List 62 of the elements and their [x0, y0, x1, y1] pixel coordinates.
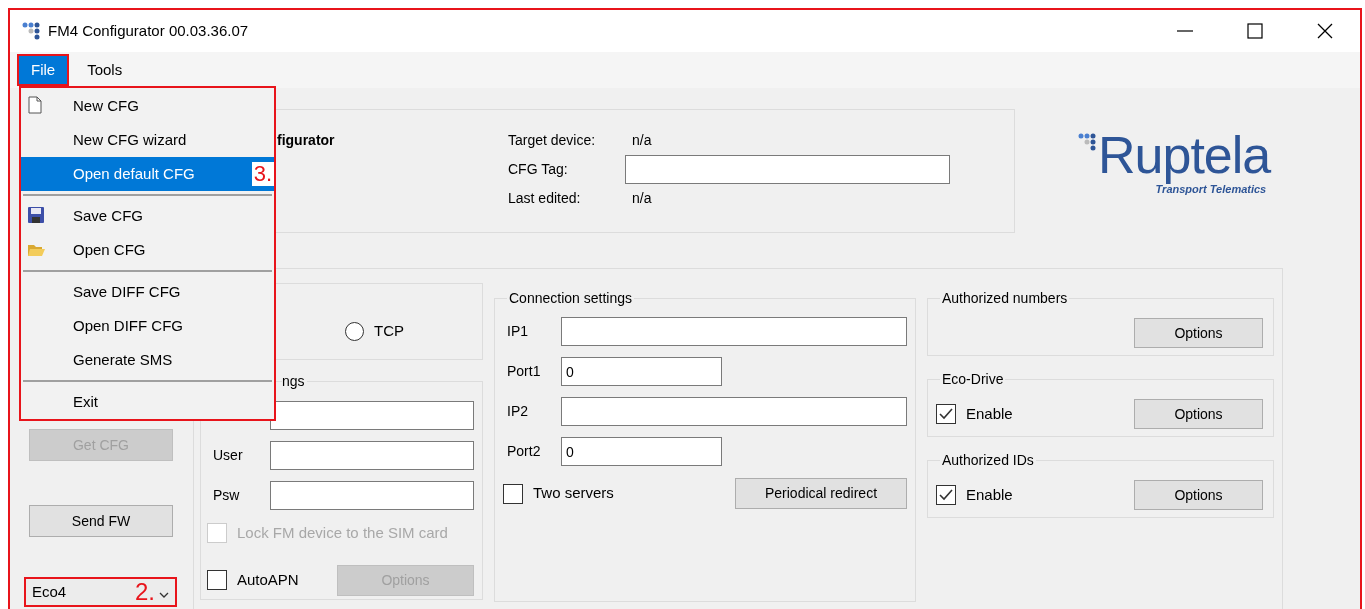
- button[interactable]: Options: [1134, 318, 1263, 348]
- group-title: Authorized IDs: [941, 451, 1035, 469]
- checkbox[interactable]: [207, 570, 227, 590]
- input-field[interactable]: 0: [561, 357, 722, 386]
- group-title: ngs: [282, 372, 306, 390]
- field-label: IP1: [507, 322, 529, 341]
- app-icon: [22, 22, 40, 40]
- field-label: CFG Tag:: [508, 160, 569, 179]
- field-label: Port2: [507, 442, 542, 461]
- checkbox[interactable]: [503, 483, 523, 504]
- logo-icon: [1078, 133, 1096, 151]
- menu-item[interactable]: Exit: [21, 385, 274, 419]
- caret-icon: [159, 591, 169, 599]
- input-field[interactable]: [625, 155, 950, 184]
- menu-item[interactable]: Tools: [73, 54, 137, 86]
- button[interactable]: Periodical redirect: [735, 478, 907, 509]
- field-label: Psw: [213, 486, 241, 505]
- checkbox-label: Enable: [966, 403, 1013, 424]
- close-icon[interactable]: [1317, 23, 1333, 39]
- menu-item[interactable]: Generate SMS: [21, 343, 274, 377]
- button[interactable]: Options: [1134, 399, 1263, 429]
- input-field[interactable]: 0: [561, 437, 722, 466]
- panel-title: figurator: [276, 131, 336, 150]
- group-title: Authorized numbers: [941, 289, 1069, 307]
- menu-item[interactable]: Open default CFG 3.: [21, 157, 274, 191]
- input-field[interactable]: [270, 401, 474, 430]
- radio-button[interactable]: [345, 321, 364, 341]
- field-label: Last edited:: [508, 189, 582, 208]
- brand-tagline: Transport Telematics: [1155, 183, 1267, 197]
- annotation-number: 3.: [251, 162, 274, 186]
- checkbox-label: AutoAPN: [237, 569, 299, 590]
- menu-item[interactable]: Open DIFF CFG: [21, 309, 274, 343]
- checkbox-label: Lock FM device to the SIM card: [237, 523, 448, 543]
- button[interactable]: Send FW: [29, 505, 173, 537]
- window-title: FM4 Configurator 00.03.36.07: [48, 20, 249, 41]
- field-label: User: [213, 446, 244, 465]
- input-field[interactable]: [561, 397, 907, 426]
- input-field[interactable]: [561, 317, 907, 346]
- group-title: Connection settings: [508, 289, 633, 307]
- menu-item[interactable]: Save CFG: [21, 199, 274, 233]
- checkbox-label: Enable: [966, 484, 1013, 505]
- checkbox[interactable]: [936, 404, 956, 424]
- input-field[interactable]: [270, 441, 474, 470]
- checkbox-label: Two servers: [533, 483, 614, 504]
- group-title: Eco-Drive: [941, 370, 1005, 388]
- field-label: IP2: [507, 402, 529, 421]
- menu-item[interactable]: File: [17, 54, 70, 86]
- field-value: n/a: [632, 131, 652, 150]
- field-label: Target device:: [508, 131, 597, 150]
- menu-item[interactable]: Open CFG: [21, 233, 274, 267]
- menu-item[interactable]: New CFG: [21, 89, 274, 123]
- menu-item[interactable]: Save DIFF CFG: [21, 275, 274, 309]
- checkbox[interactable]: [936, 485, 956, 505]
- annotation-number: 2.: [135, 580, 155, 604]
- input-field[interactable]: [270, 481, 474, 510]
- button[interactable]: Options: [1134, 480, 1263, 510]
- device-dropdown[interactable]: Eco4 2.: [24, 577, 177, 607]
- field-value: n/a: [632, 189, 652, 208]
- maximize-icon[interactable]: [1247, 23, 1263, 39]
- field-label: Port1: [507, 362, 542, 381]
- radio-label: TCP: [374, 321, 404, 341]
- menu-item[interactable]: New CFG wizard: [21, 123, 274, 157]
